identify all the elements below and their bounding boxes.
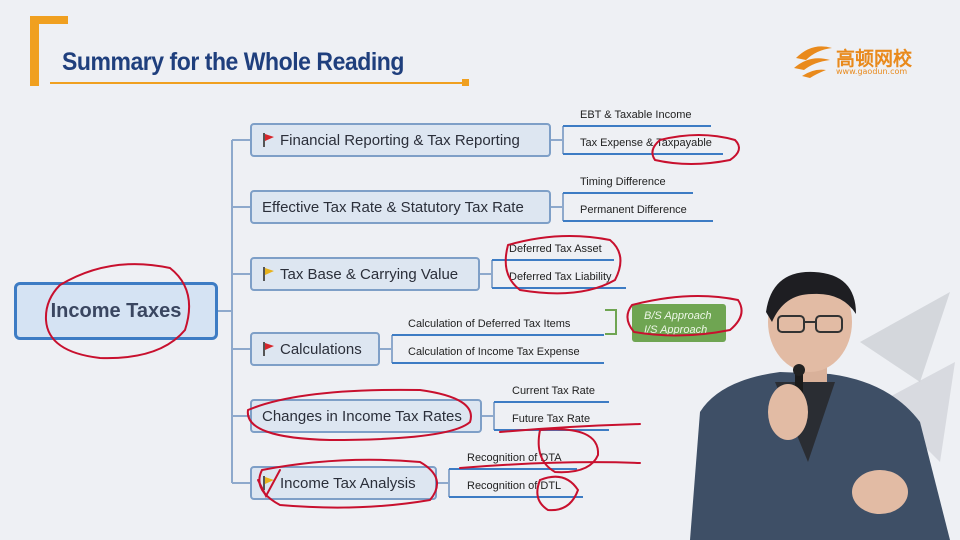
root-node-income-taxes[interactable]: Income Taxes: [14, 282, 218, 340]
presenter-video: [690, 271, 955, 540]
yellow-flag-icon: [262, 267, 274, 281]
red-flag-icon: [262, 133, 274, 147]
leaf-dta[interactable]: Deferred Tax Asset: [509, 243, 602, 255]
leaf-underline: [449, 496, 583, 498]
branch-financial-reporting[interactable]: Financial Reporting & Tax Reporting: [250, 123, 551, 157]
leaf-underline: [563, 192, 693, 194]
leaf-underline: [492, 287, 626, 289]
leaf-underline: [494, 401, 609, 403]
leaf-underline: [494, 429, 609, 431]
leaf-permanent-difference[interactable]: Permanent Difference: [580, 204, 687, 216]
branch-tax-base[interactable]: Tax Base & Carrying Value: [250, 257, 480, 291]
leaf-current-tax-rate[interactable]: Current Tax Rate: [512, 385, 595, 397]
leaf-underline: [563, 125, 711, 127]
red-flag-icon: [262, 342, 274, 356]
branch-changes-in-rates[interactable]: Changes in Income Tax Rates: [250, 399, 482, 433]
branch-calculations[interactable]: Calculations: [250, 332, 380, 366]
leaf-underline: [392, 334, 604, 336]
branch-label: Effective Tax Rate & Statutory Tax Rate: [262, 198, 524, 216]
leaf-calc-deferred[interactable]: Calculation of Deferred Tax Items: [408, 318, 570, 330]
branch-label: Tax Base & Carrying Value: [280, 265, 459, 283]
branch-label: Changes in Income Tax Rates: [262, 407, 462, 425]
leaf-tax-expense[interactable]: Tax Expense & Taxpayable: [580, 137, 712, 149]
branch-label: Calculations: [280, 340, 362, 358]
branch-effective-tax-rate[interactable]: Effective Tax Rate & Statutory Tax Rate: [250, 190, 551, 224]
leaf-recognition-dtl[interactable]: Recognition of DTL: [467, 480, 561, 492]
leaf-underline: [563, 153, 723, 155]
leaf-underline: [492, 259, 614, 261]
leaf-underline: [449, 468, 577, 470]
leaf-dtl[interactable]: Deferred Tax Liability: [509, 271, 612, 283]
yellow-flag-icon: [262, 476, 274, 490]
branch-income-tax-analysis[interactable]: Income Tax Analysis: [250, 466, 437, 500]
leaf-calc-expense[interactable]: Calculation of Income Tax Expense: [408, 346, 580, 358]
approach-bracket: [605, 309, 617, 335]
branch-label: Financial Reporting & Tax Reporting: [280, 131, 520, 149]
leaf-underline: [392, 362, 604, 364]
leaf-recognition-dta[interactable]: Recognition of DTA: [467, 452, 562, 464]
leaf-timing-difference[interactable]: Timing Difference: [580, 176, 666, 188]
leaf-ebt[interactable]: EBT & Taxable Income: [580, 109, 692, 121]
leaf-underline: [563, 220, 713, 222]
leaf-future-tax-rate[interactable]: Future Tax Rate: [512, 413, 590, 425]
branch-label: Income Tax Analysis: [280, 474, 416, 492]
